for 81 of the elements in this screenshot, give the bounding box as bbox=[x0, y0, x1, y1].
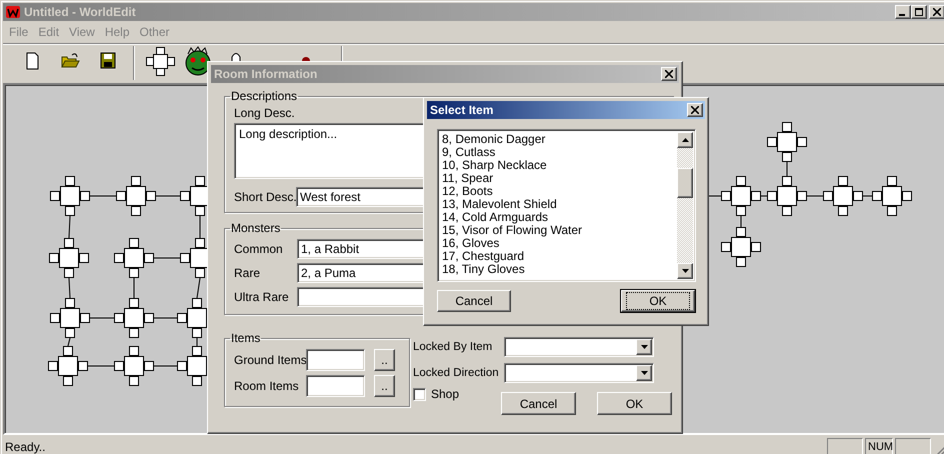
room-node[interactable] bbox=[48, 346, 88, 386]
room-node[interactable] bbox=[823, 176, 863, 216]
close-button[interactable] bbox=[661, 67, 677, 81]
field-label: Ultra Rare bbox=[234, 290, 290, 304]
group-label: Monsters bbox=[230, 221, 282, 235]
room-node[interactable] bbox=[114, 346, 154, 386]
status-text: Ready.. bbox=[5, 440, 46, 454]
dialog-title: Select Item bbox=[430, 103, 494, 117]
room-node[interactable] bbox=[767, 122, 807, 162]
field-label: Long Desc. bbox=[234, 106, 295, 120]
room-node[interactable] bbox=[114, 238, 154, 278]
connector-line bbox=[68, 338, 70, 346]
status-pane bbox=[895, 438, 931, 454]
browse-button[interactable]: .. bbox=[374, 375, 395, 397]
room-node[interactable] bbox=[49, 238, 89, 278]
dropdown[interactable] bbox=[504, 337, 654, 357]
ok-button[interactable]: OK bbox=[597, 392, 672, 415]
caret-icon bbox=[640, 371, 648, 375]
dialog-title: Room Information bbox=[214, 67, 318, 81]
caret-icon bbox=[640, 345, 648, 349]
field-label: Ground Items bbox=[234, 353, 306, 367]
room-node[interactable] bbox=[116, 176, 156, 216]
scrollbar[interactable] bbox=[677, 132, 693, 279]
item-field[interactable] bbox=[306, 349, 365, 371]
group-label: Descriptions bbox=[230, 89, 298, 103]
group-label: Items bbox=[230, 331, 262, 345]
connector-line bbox=[68, 216, 70, 238]
list-item[interactable]: 15, Visor of Flowing Water bbox=[442, 224, 677, 237]
browse-button[interactable]: .. bbox=[374, 349, 395, 371]
connector-line bbox=[196, 278, 200, 298]
minimize-button[interactable] bbox=[895, 5, 911, 19]
item-list[interactable]: 8, Demonic Dagger 9, Cutlass 10, Sharp Necklace 11, Spear 12, Boots 13, Malevolent Shield 14, Cold Armguards 15, Visor of Flowing Water 16, Gloves 17, Chestguard 18, Tiny Gloves bbox=[437, 129, 696, 282]
field-label: Rare bbox=[234, 266, 262, 280]
close-icon bbox=[665, 70, 673, 78]
field-label: Short Desc. bbox=[234, 190, 296, 204]
list-item[interactable]: 17, Chestguard bbox=[442, 250, 677, 263]
cancel-button[interactable]: Cancel bbox=[437, 290, 511, 312]
connector-line bbox=[196, 338, 198, 346]
ok-button[interactable]: OK bbox=[621, 290, 695, 312]
field-label: Common bbox=[234, 242, 284, 256]
list-item[interactable]: 18, Tiny Gloves bbox=[442, 263, 677, 276]
list-item[interactable]: 14, Cold Armguards bbox=[442, 211, 677, 224]
list-item[interactable]: 13, Malevolent Shield bbox=[442, 198, 677, 211]
list-item[interactable]: 10, Sharp Necklace bbox=[442, 159, 677, 172]
maximize-button[interactable] bbox=[911, 5, 927, 19]
close-icon bbox=[933, 8, 941, 16]
dropdown[interactable] bbox=[504, 363, 654, 383]
up-arrow-icon bbox=[682, 138, 688, 142]
list-item[interactable]: 9, Cutlass bbox=[442, 146, 677, 159]
list-item[interactable]: 12, Boots bbox=[442, 185, 677, 198]
close-button[interactable] bbox=[929, 5, 944, 19]
status-pane bbox=[827, 438, 863, 454]
maximize-icon bbox=[915, 8, 923, 16]
field-label: Room Items bbox=[234, 379, 300, 393]
w-logo-icon bbox=[6, 5, 20, 19]
room-icon[interactable] bbox=[145, 46, 175, 76]
scroll-thumb[interactable] bbox=[677, 168, 693, 198]
cancel-button[interactable]: Cancel bbox=[501, 392, 576, 415]
close-button[interactable] bbox=[687, 103, 703, 117]
room-node[interactable] bbox=[50, 298, 90, 338]
down-arrow-icon bbox=[682, 269, 688, 273]
list-item[interactable]: 16, Gloves bbox=[442, 237, 677, 250]
shop-checkbox[interactable] bbox=[413, 388, 426, 400]
room-node[interactable] bbox=[721, 227, 761, 267]
status-indicator: NUM bbox=[865, 438, 893, 454]
list-item[interactable]: 11, Spear bbox=[442, 172, 677, 185]
item-field[interactable] bbox=[306, 375, 365, 397]
room-node[interactable] bbox=[721, 176, 761, 216]
connector-line bbox=[786, 162, 788, 176]
list-item[interactable]: 8, Demonic Dagger bbox=[442, 133, 677, 146]
room-node[interactable] bbox=[872, 176, 912, 216]
room-node[interactable] bbox=[767, 176, 807, 216]
connector-line bbox=[68, 278, 70, 298]
field-label: Locked Direction bbox=[413, 367, 500, 379]
window-title: Untitled - WorldEdit bbox=[24, 5, 137, 19]
close-icon bbox=[691, 106, 699, 114]
room-node[interactable] bbox=[114, 298, 154, 338]
field-label: Locked By Item bbox=[413, 341, 494, 353]
room-node[interactable] bbox=[50, 176, 90, 216]
checkbox-label: Shop bbox=[431, 387, 460, 401]
connector-line bbox=[740, 216, 742, 228]
